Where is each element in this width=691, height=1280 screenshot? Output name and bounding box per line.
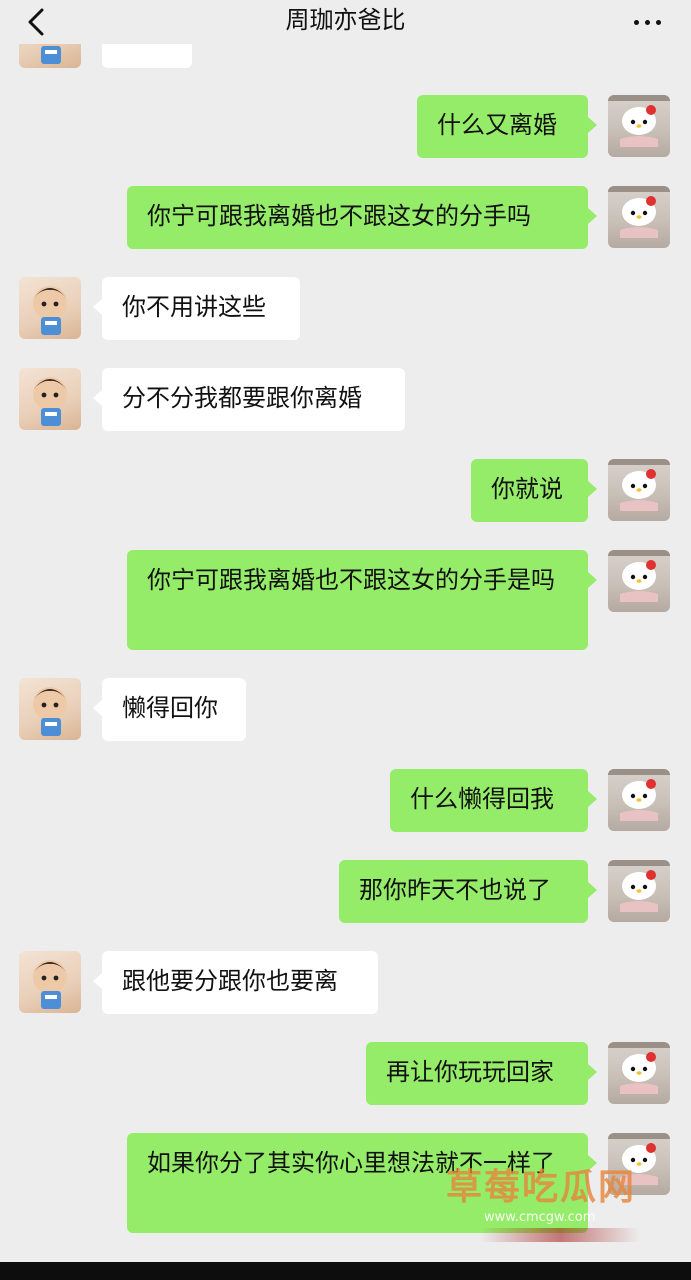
my-avatar[interactable] [608,769,670,831]
message-text: 跟他要分跟你也要离 [122,967,338,995]
message-text: 你宁可跟我离婚也不跟这女的分手吗 [147,202,531,230]
message-bubble-incoming[interactable]: 跟他要分跟你也要离 [93,951,378,1014]
contact-avatar[interactable] [19,277,81,339]
my-avatar[interactable] [608,860,670,922]
bottom-bar [0,1262,691,1280]
chat-header: 周珈亦爸比 [0,0,691,44]
message-text: 什么懒得回我 [410,785,554,813]
message-bubble-incoming[interactable]: 分不分我都要跟你离婚 [93,368,405,431]
my-avatar[interactable] [608,186,670,248]
message-text: 那你昨天不也说了 [359,876,551,904]
my-avatar[interactable] [608,1042,670,1104]
message-text: 如果你分了其实你心里想法就不一样了 [147,1149,555,1177]
message-text: 再让你玩玩回家 [386,1058,554,1086]
contact-avatar[interactable] [19,368,81,430]
message-bubble-outgoing[interactable]: 你宁可跟我离婚也不跟这女的分手吗 [127,186,597,249]
chat-history[interactable]: 什么又离婚 你宁可跟我离婚也不跟这女的分手吗 你不用讲这些 分不分我都要跟你离婚… [0,0,691,1280]
message-bubble-incoming[interactable]: 懒得回你 [93,678,246,741]
message-text: 你不用讲这些 [122,293,266,321]
my-avatar[interactable] [608,95,670,157]
message-text: 什么又离婚 [437,111,557,139]
message-text: 你就说 [491,475,563,503]
message-bubble-outgoing[interactable]: 那你昨天不也说了 [339,860,597,923]
my-avatar[interactable] [608,550,670,612]
my-avatar[interactable] [608,1133,670,1195]
chat-title: 周珈亦爸比 [285,6,406,34]
message-bubble-outgoing[interactable]: 如果你分了其实你心里想法就不一样了 [127,1133,597,1233]
contact-avatar[interactable] [19,678,81,740]
more-dots-icon [631,19,664,25]
my-avatar[interactable] [608,459,670,521]
message-bubble-outgoing[interactable]: 你就说 [471,459,597,522]
more-button[interactable] [627,6,667,38]
message-text: 懒得回你 [122,694,218,722]
contact-avatar[interactable] [19,951,81,1013]
message-text: 分不分我都要跟你离婚 [122,384,362,412]
message-text: 你宁可跟我离婚也不跟这女的分手是吗 [147,566,555,594]
message-bubble-outgoing[interactable]: 你宁可跟我离婚也不跟这女的分手是吗 [127,550,597,650]
message-bubble-incoming[interactable]: 你不用讲这些 [93,277,300,340]
message-bubble-outgoing[interactable]: 什么又离婚 [417,95,597,158]
message-bubble-outgoing[interactable]: 什么懒得回我 [390,769,597,832]
message-bubble-outgoing[interactable]: 再让你玩玩回家 [366,1042,597,1105]
